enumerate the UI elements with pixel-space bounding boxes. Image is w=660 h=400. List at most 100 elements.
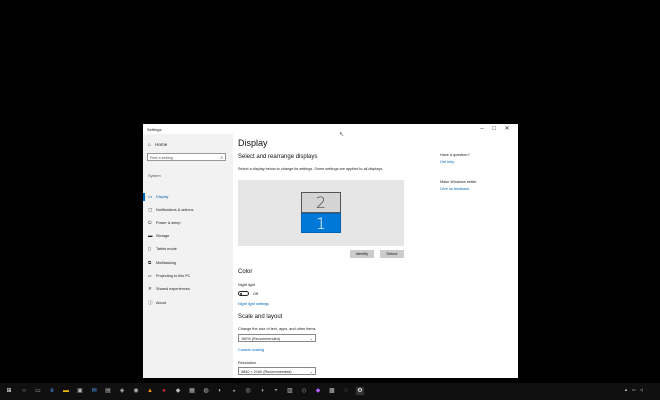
display-arrangement-panel[interactable]: 2 1	[238, 180, 404, 246]
question-text: Have a question?	[440, 153, 470, 157]
sidebar-item-label: Multitasking	[156, 261, 177, 265]
app-icon[interactable]: ◎	[244, 387, 252, 395]
start-icon[interactable]: ⊞	[5, 387, 13, 395]
edge-icon[interactable]: e	[48, 387, 56, 395]
notifications-icon: ▢	[148, 207, 153, 212]
app-icon[interactable]: ◆	[174, 387, 182, 395]
title-bar: Settings ↖ – □ ✕	[143, 124, 518, 138]
night-light-toggle[interactable]	[238, 291, 249, 296]
store-icon[interactable]: ▣	[76, 387, 84, 395]
app-icon[interactable]: ◑	[258, 387, 266, 395]
sidebar-item-label: Projecting to this PC	[156, 274, 191, 278]
vlc-icon[interactable]: ▲	[146, 387, 154, 395]
resolution-label: Resolution	[238, 361, 256, 365]
sidebar-item-label: Display	[156, 195, 169, 199]
page-title: Display	[238, 138, 268, 148]
home-label: Home	[155, 142, 168, 147]
info-icon: ⓘ	[148, 300, 153, 305]
sidebar-item-label: Tablet mode	[156, 247, 177, 251]
main-content: Display Select and rearrange displays Se…	[238, 134, 438, 378]
custom-scaling-link[interactable]: Custom scaling	[238, 348, 264, 352]
sidebar-item-shared-experiences[interactable]: ✕ Shared experiences	[143, 283, 233, 295]
toggle-knob	[240, 292, 243, 296]
home-icon: ⌂	[148, 142, 152, 148]
night-light-label: Night light	[238, 283, 255, 287]
volume-icon[interactable]: ◁	[640, 387, 643, 392]
monitor-1[interactable]: 1	[301, 213, 341, 233]
app-icon[interactable]: ◒	[230, 387, 238, 395]
identify-button[interactable]: Identify	[350, 250, 374, 258]
sidebar-home[interactable]: ⌂ Home	[148, 142, 167, 148]
app-icon[interactable]: ◈	[118, 387, 126, 395]
get-help-link[interactable]: Get help	[440, 160, 454, 164]
close-button[interactable]: ✕	[502, 125, 512, 133]
taskbar: ⊞ ○ ▭ e ▬ ▣ ✉ ▤ ◈ ◉ ▲ ● ◆ ▦ ◍ ◐ ◒ ◎ ◑ ◓ …	[0, 383, 660, 400]
app-icon[interactable]: ◍	[202, 387, 210, 395]
minimize-button[interactable]: –	[477, 125, 487, 133]
search-input[interactable]: Find a setting ⌕	[147, 153, 226, 161]
resolution-value: 3840 × 2160 (Recommended)	[241, 369, 292, 374]
search-placeholder: Find a setting	[150, 155, 173, 160]
sidebar-item-projecting[interactable]: ▱ Projecting to this PC	[143, 270, 233, 282]
settings-window: Settings ↖ – □ ✕ ⌂ Home Find a setting ⌕…	[143, 124, 518, 378]
sidebar-section-label: System	[148, 174, 161, 178]
sidebar-item-tablet-mode[interactable]: ▯ Tablet mode	[143, 243, 233, 255]
tablet-icon: ▯	[148, 246, 151, 251]
app-icon[interactable]: ◐	[216, 387, 224, 395]
scale-label: Change the size of text, apps, and other…	[238, 327, 316, 331]
window-title: Settings	[147, 127, 162, 132]
sidebar-item-label: Storage	[156, 234, 170, 238]
sidebar-item-label: Notifications & actions	[156, 208, 194, 212]
app-icon[interactable]: ▩	[328, 387, 336, 395]
mail-icon[interactable]: ✉	[90, 387, 98, 395]
app-icon[interactable]: ●	[160, 387, 168, 395]
app-icon[interactable]: ▦	[188, 387, 196, 395]
scale-value: 150% (Recommended)	[241, 336, 281, 341]
night-light-state: Off	[253, 292, 258, 296]
app-icon[interactable]: ▤	[104, 387, 112, 395]
monitor-2[interactable]: 2	[301, 192, 341, 213]
multitasking-icon: ⧉	[148, 260, 152, 265]
sidebar-item-display[interactable]: ▭ Display	[143, 191, 233, 203]
network-icon[interactable]: ▲	[624, 387, 628, 392]
app-icon[interactable]: ◉	[132, 387, 140, 395]
sidebar-item-storage[interactable]: ▬ Storage	[143, 230, 233, 242]
sidebar-item-about[interactable]: ⓘ About	[143, 297, 233, 309]
app-icon[interactable]: ◇	[300, 387, 308, 395]
sidebar-item-label: Power & sleep	[156, 221, 181, 225]
app-icon[interactable]: ◌	[342, 387, 350, 395]
settings-gear-icon[interactable]: ⚙	[356, 387, 364, 395]
display-icon: ▭	[148, 194, 153, 199]
scale-dropdown[interactable]: 150% (Recommended) ⌄	[238, 334, 316, 342]
app-icon[interactable]: ▨	[286, 387, 294, 395]
sidebar-item-multitasking[interactable]: ⧉ Multitasking	[143, 257, 233, 269]
night-light-settings-link[interactable]: Night light settings	[238, 302, 269, 306]
task-view-icon[interactable]: ▭	[34, 387, 42, 395]
sidebar: ⌂ Home Find a setting ⌕ System ▭ Display…	[143, 134, 233, 378]
battery-icon[interactable]: ▭	[632, 387, 636, 392]
chevron-down-icon: ⌄	[309, 335, 313, 341]
resolution-dropdown[interactable]: 3840 × 2160 (Recommended) ⌄	[238, 367, 316, 375]
active-indicator	[143, 193, 145, 201]
app-icon[interactable]: ◓	[272, 387, 280, 395]
sidebar-item-power[interactable]: ⏻ Power & sleep	[143, 217, 233, 229]
power-icon: ⏻	[148, 220, 152, 225]
storage-icon: ▬	[148, 233, 153, 238]
search-icon[interactable]: ○	[20, 387, 28, 395]
sidebar-item-label: About	[156, 301, 166, 305]
file-explorer-icon[interactable]: ▬	[62, 387, 70, 395]
make-better-text: Make Windows better.	[440, 180, 478, 184]
app-icon[interactable]: ◆	[314, 387, 322, 395]
chevron-down-icon: ⌄	[309, 368, 313, 374]
search-icon: ⌕	[220, 154, 223, 161]
projecting-icon: ▱	[148, 273, 152, 278]
sidebar-item-label: Shared experiences	[156, 287, 190, 291]
color-heading: Color	[238, 269, 253, 275]
sidebar-item-notifications[interactable]: ▢ Notifications & actions	[143, 204, 233, 216]
rearrange-heading: Select and rearrange displays	[238, 154, 318, 160]
feedback-link[interactable]: Give us feedback	[440, 187, 469, 191]
detect-button[interactable]: Detect	[380, 250, 404, 258]
maximize-button[interactable]: □	[489, 125, 499, 133]
rearrange-description: Select a display below to change its set…	[238, 167, 384, 171]
shared-icon: ✕	[148, 286, 152, 291]
